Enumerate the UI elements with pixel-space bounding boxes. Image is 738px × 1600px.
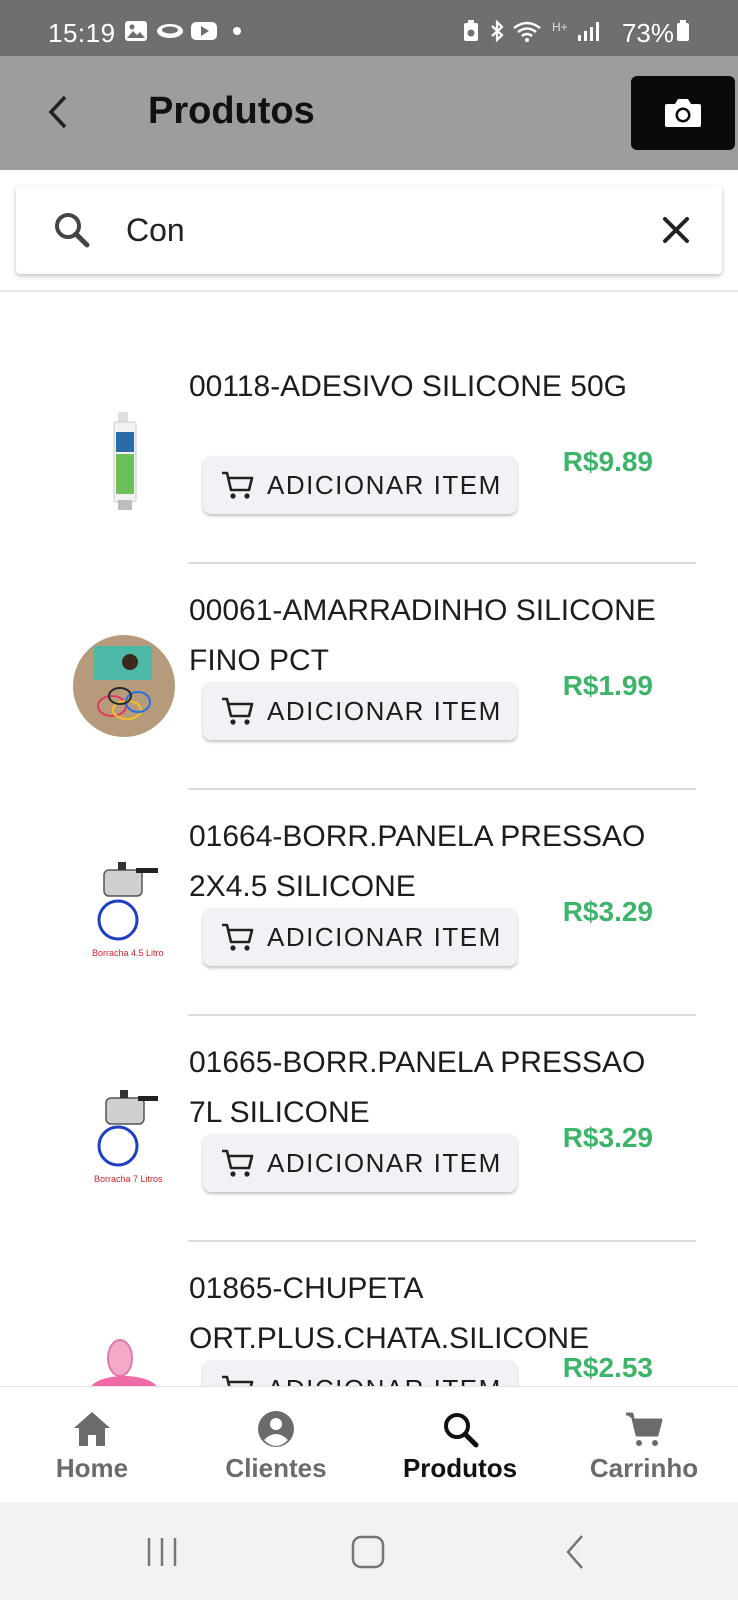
product-name: 01865-CHUPETA ORT.PLUS.CHATA.SILICONE bbox=[189, 1272, 590, 1355]
home-icon bbox=[74, 1412, 110, 1446]
battery-percent: 73% bbox=[621, 18, 674, 48]
product-row: 00061-AMARRADINHO SILICONE FINO PCT ADIC… bbox=[0, 562, 738, 788]
add-item-button[interactable]: ADICIONAR ITEM bbox=[203, 1134, 517, 1192]
silicone-tube-thumbnail bbox=[70, 408, 178, 516]
search-icon bbox=[55, 213, 90, 248]
back-button[interactable] bbox=[38, 92, 78, 132]
add-item-button[interactable]: ADICIONAR ITEM bbox=[203, 682, 517, 740]
nav-item-produtos[interactable]: Produtos bbox=[368, 1387, 552, 1503]
wifi-icon bbox=[513, 21, 541, 42]
product-price: R$2.53 bbox=[562, 1352, 653, 1383]
add-item-label: ADICIONAR ITEM bbox=[267, 1147, 502, 1178]
cart-icon bbox=[222, 923, 254, 951]
youtube-icon bbox=[191, 22, 217, 40]
clear-search-button[interactable] bbox=[656, 210, 696, 250]
search-bar bbox=[16, 186, 722, 274]
add-item-label: ADICIONAR ITEM bbox=[267, 695, 502, 726]
row-divider bbox=[188, 1014, 696, 1016]
search-icon bbox=[444, 1413, 479, 1448]
battery-saver-icon bbox=[464, 20, 478, 41]
pressure-cooker-ring-thumbnail: Borracha 4.5 Litro bbox=[70, 856, 178, 964]
product-row: Borracha 7 Litros 01665-BORR.PANELA PRES… bbox=[0, 1014, 738, 1240]
bluetooth-icon bbox=[491, 20, 504, 42]
status-bar: 15:19 H+ 73% bbox=[0, 0, 738, 56]
pressure-cooker-image: Borracha 4.5 Litro bbox=[92, 862, 164, 958]
add-item-button[interactable]: ADICIONAR ITEM bbox=[203, 456, 517, 514]
row-divider bbox=[188, 788, 696, 790]
chevron-left-icon bbox=[48, 95, 67, 129]
nav-item-carrinho[interactable]: Carrinho bbox=[552, 1387, 736, 1503]
screen: 15:19 H+ 73% Produtos Con 00118-ADESIVO … bbox=[0, 0, 738, 1600]
add-item-button[interactable]: ADICIONAR ITEM bbox=[203, 1360, 517, 1386]
account-circle-icon bbox=[258, 1411, 294, 1447]
add-item-button[interactable]: ADICIONAR ITEM bbox=[203, 908, 517, 966]
cart-icon bbox=[222, 471, 254, 499]
nav-item-home[interactable]: Home bbox=[0, 1387, 184, 1503]
dot-icon bbox=[233, 27, 241, 35]
image-icon bbox=[125, 21, 147, 41]
signal-icon bbox=[578, 22, 599, 41]
hair-ties-thumbnail bbox=[70, 632, 178, 740]
product-name: 00118-ADESIVO SILICONE 50G bbox=[189, 370, 627, 403]
product-price: R$9.89 bbox=[562, 446, 653, 477]
product-price: R$1.99 bbox=[562, 670, 653, 701]
pacifier-image bbox=[91, 1339, 157, 1386]
home-square-icon[interactable] bbox=[348, 1532, 388, 1572]
thumb-caption: Borracha 7 Litros bbox=[94, 1174, 163, 1184]
app-bar: Produtos bbox=[0, 56, 738, 170]
cart-icon bbox=[222, 1375, 254, 1386]
status-time: 15:19 bbox=[48, 18, 116, 48]
network-type-label: H+ bbox=[552, 20, 568, 34]
add-item-label: ADICIONAR ITEM bbox=[267, 469, 502, 500]
system-nav-bar bbox=[0, 1502, 738, 1600]
product-list[interactable]: 00118-ADESIVO SILICONE 50G ADICIONAR ITE… bbox=[0, 292, 738, 1386]
nav-item-clientes[interactable]: Clientes bbox=[184, 1387, 368, 1503]
cart-icon bbox=[626, 1412, 663, 1446]
row-divider bbox=[188, 562, 696, 564]
product-row: 01865-CHUPETA ORT.PLUS.CHATA.SILICONE AD… bbox=[0, 1240, 738, 1386]
cart-icon bbox=[222, 697, 254, 725]
product-row: Borracha 4.5 Litro 01664-BORR.PANELA PRE… bbox=[0, 788, 738, 1014]
pressure-cooker-image: Borracha 7 Litros bbox=[94, 1090, 163, 1184]
hair-ties-image bbox=[73, 635, 175, 737]
pressure-cooker-ring-thumbnail: Borracha 7 Litros bbox=[70, 1082, 178, 1190]
cloud-icon bbox=[157, 24, 183, 38]
add-item-label: ADICIONAR ITEM bbox=[267, 921, 502, 952]
back-arrow-icon[interactable] bbox=[556, 1532, 596, 1572]
page-title: Produtos bbox=[148, 90, 315, 132]
search-input[interactable] bbox=[126, 204, 626, 256]
row-divider bbox=[188, 1240, 696, 1242]
close-icon bbox=[663, 217, 689, 243]
nav-label: Home bbox=[55, 1453, 129, 1483]
product-price: R$3.29 bbox=[562, 896, 653, 927]
camera-icon bbox=[665, 99, 701, 127]
pacifier-thumbnail bbox=[70, 1318, 178, 1386]
nav-label: Produtos bbox=[402, 1453, 518, 1483]
add-item-label: ADICIONAR ITEM bbox=[267, 1374, 502, 1387]
nav-label: Carrinho bbox=[589, 1453, 699, 1483]
silicone-tube-image bbox=[113, 412, 137, 510]
nav-label: Clientes bbox=[225, 1453, 327, 1483]
cart-icon bbox=[222, 1149, 254, 1177]
recents-icon[interactable] bbox=[142, 1532, 182, 1572]
battery-icon bbox=[677, 20, 689, 41]
product-row: 00118-ADESIVO SILICONE 50G ADICIONAR ITE… bbox=[0, 338, 738, 564]
thumb-caption: Borracha 4.5 Litro bbox=[92, 948, 164, 958]
product-price: R$3.29 bbox=[562, 1122, 653, 1153]
camera-button[interactable] bbox=[631, 76, 735, 150]
bottom-nav: Home Clientes Produtos Carrinho bbox=[0, 1386, 738, 1502]
